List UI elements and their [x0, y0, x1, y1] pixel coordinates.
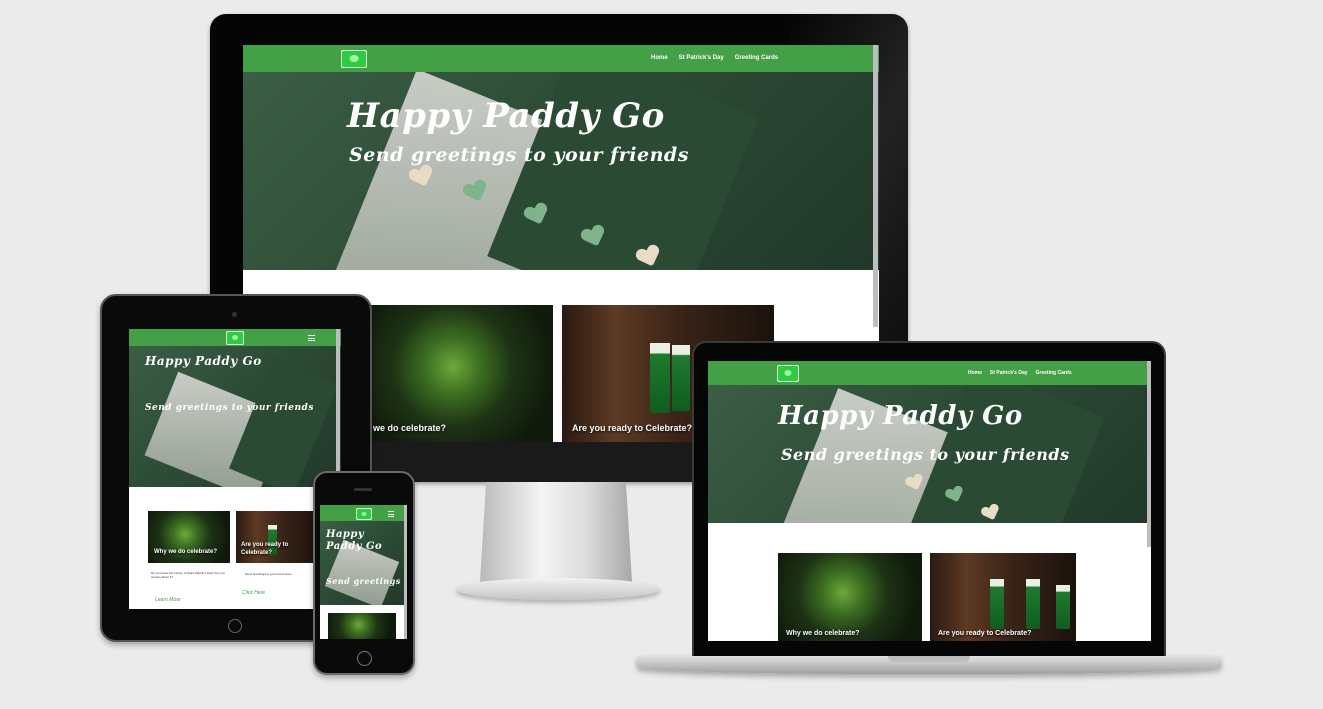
laptop-screen: Home St Patrick's Day Greeting Cards Hap…	[708, 361, 1151, 641]
card-title: we do celebrate?	[373, 423, 447, 433]
nav-links: Home St Patrick's Day Greeting Cards	[968, 370, 1072, 376]
card-title: Why we do celebrate?	[154, 549, 218, 555]
beer-glass	[672, 345, 690, 411]
nav-greeting-cards-link[interactable]: Greeting Cards	[735, 55, 778, 61]
hero-title: Happy Paddy Go	[326, 529, 383, 552]
card-title: Are you ready to Celebrate?	[241, 542, 289, 556]
card-image-clover[interactable]	[328, 613, 396, 639]
hero-banner: Happy Paddy Go Send greetings to your fr…	[320, 521, 407, 605]
beer-glass	[990, 579, 1004, 629]
click-here-link[interactable]: Click Here	[242, 590, 265, 596]
phone-screen: Happy Paddy Go Send greetings to your fr…	[320, 505, 407, 639]
logo-icon[interactable]	[356, 508, 372, 520]
card-image-clover[interactable]: we do celebrate?	[371, 305, 553, 442]
hero-subtitle: Send greetings to your friends	[326, 576, 407, 586]
scrollbar[interactable]	[404, 505, 407, 639]
home-button-icon[interactable]	[357, 651, 372, 666]
hamburger-menu-icon[interactable]	[308, 335, 315, 341]
beer-glass	[1056, 585, 1070, 629]
phone-speaker	[354, 488, 372, 491]
navbar	[129, 329, 341, 346]
hamburger-menu-icon[interactable]	[388, 511, 394, 517]
beer-glass	[1026, 579, 1040, 629]
nav-st-patricks-link[interactable]: St Patrick's Day	[990, 370, 1028, 376]
hero-subtitle: Send greetings to your friends	[781, 445, 1070, 464]
hero-title: Happy Paddy Go	[145, 354, 262, 368]
monitor-stand-neck	[480, 482, 632, 582]
hero-subtitle: Send greetings to your friends	[145, 403, 314, 413]
nav-links: Home St Patrick's Day Greeting Cards	[651, 55, 778, 61]
nav-st-patricks-link[interactable]: St Patrick's Day	[679, 55, 724, 61]
card-image-clover[interactable]: Why we do celebrate?	[148, 511, 230, 563]
hero-title: Happy Paddy Go	[778, 401, 1023, 431]
card-text: Do you know the history of Saint Patrick…	[151, 571, 225, 579]
navbar	[320, 505, 407, 521]
card-title: Are you ready to Celebrate?	[572, 423, 693, 433]
navbar: Home St Patrick's Day Greeting Cards	[708, 361, 1151, 385]
card-text: Send Greetings to your loved ones	[245, 572, 292, 576]
card-image-beer[interactable]: Are you ready to Celebrate?	[930, 553, 1076, 641]
tablet-screen: Happy Paddy Go Send greetings to your fr…	[129, 329, 341, 609]
tablet-camera	[232, 312, 237, 317]
beer-glass	[650, 343, 670, 413]
learn-more-link[interactable]: Learn More	[155, 597, 181, 603]
logo-icon[interactable]	[777, 365, 799, 382]
logo-icon[interactable]	[341, 50, 367, 68]
card-image-beer[interactable]: Are you ready to Celebrate?	[236, 511, 318, 563]
card-image-clover[interactable]: Why we do celebrate?	[778, 553, 922, 641]
hero-banner: Happy Paddy Go Send greetings to your fr…	[129, 346, 341, 487]
monitor-stand-base	[456, 578, 660, 600]
nav-home-link[interactable]: Home	[968, 370, 982, 376]
logo-icon[interactable]	[226, 331, 244, 345]
home-button-icon[interactable]	[228, 619, 242, 633]
nav-home-link[interactable]: Home	[651, 55, 668, 61]
hero-title: Happy Paddy Go	[347, 96, 665, 136]
scrollbar[interactable]	[1147, 361, 1151, 547]
navbar: Home St Patrick's Day Greeting Cards	[243, 45, 879, 72]
card-title: Why we do celebrate?	[786, 630, 860, 637]
scrollbar[interactable]	[873, 45, 878, 327]
hero-banner: Happy Paddy Go Send greetings to your fr…	[708, 385, 1151, 523]
hero-banner: Happy Paddy Go Send greetings to your fr…	[243, 72, 879, 270]
laptop-notch	[888, 656, 970, 662]
nav-greeting-cards-link[interactable]: Greeting Cards	[1036, 370, 1072, 376]
card-title: Are you ready to Celebrate?	[938, 630, 1032, 637]
hero-subtitle: Send greetings to your friends	[349, 144, 689, 166]
